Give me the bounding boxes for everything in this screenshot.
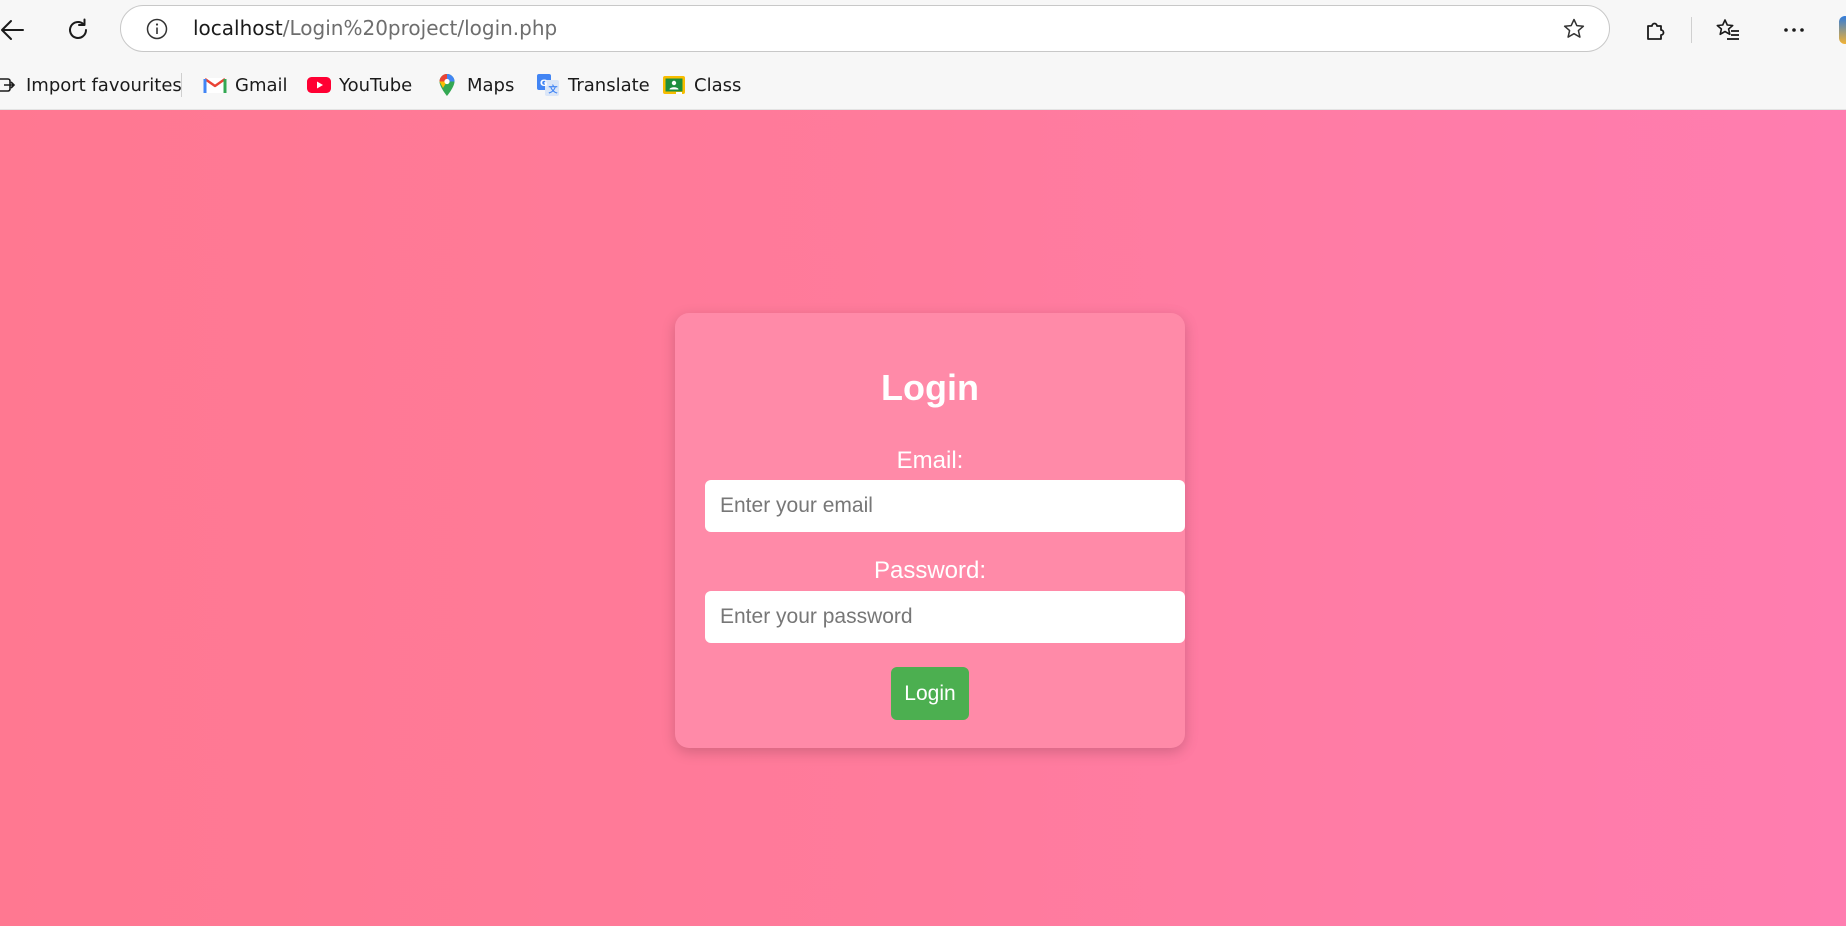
login-button[interactable]: Login bbox=[891, 667, 969, 720]
favourite-label: Import favourites bbox=[26, 74, 182, 96]
favourites-bar: Import favourites Gmail YouTube Maps G文 … bbox=[0, 60, 1846, 110]
gmail-icon bbox=[203, 73, 227, 97]
url-host: localhost bbox=[193, 16, 283, 40]
login-card: Login Email: Password: Login bbox=[675, 313, 1185, 748]
back-arrow-icon[interactable] bbox=[0, 12, 30, 48]
svg-text:G: G bbox=[540, 79, 547, 89]
browser-toolbar: localhost/Login%20project/login.php bbox=[0, 0, 1846, 60]
favourite-import-favourites[interactable]: Import favourites bbox=[0, 60, 182, 110]
info-icon[interactable] bbox=[145, 17, 169, 41]
favourite-label: YouTube bbox=[339, 74, 413, 96]
url-text[interactable]: localhost/Login%20project/login.php bbox=[193, 6, 557, 51]
classroom-icon bbox=[662, 73, 686, 97]
youtube-icon bbox=[307, 73, 331, 97]
password-field[interactable] bbox=[705, 591, 1185, 643]
favourite-label: Gmail bbox=[235, 74, 288, 96]
password-label: Password: bbox=[873, 557, 987, 584]
favourite-gmail[interactable]: Gmail bbox=[203, 60, 288, 110]
translate-icon: G文 bbox=[536, 73, 560, 97]
favourite-label: Class bbox=[694, 74, 742, 96]
favourites-divider bbox=[181, 73, 182, 97]
login-title: Login bbox=[881, 367, 979, 408]
copilot-icon[interactable] bbox=[1839, 16, 1846, 44]
import-icon bbox=[0, 73, 18, 97]
maps-icon bbox=[435, 73, 459, 97]
url-path: /Login%20project/login.php bbox=[282, 16, 558, 40]
add-favourite-star-icon[interactable] bbox=[1561, 16, 1587, 42]
toolbar-divider bbox=[1691, 17, 1692, 43]
email-field[interactable] bbox=[705, 480, 1185, 532]
favourites-icon[interactable] bbox=[1710, 12, 1746, 48]
favourite-label: Translate bbox=[568, 74, 650, 96]
favourite-maps[interactable]: Maps bbox=[435, 60, 514, 110]
address-bar[interactable]: localhost/Login%20project/login.php bbox=[120, 5, 1610, 52]
page-background: Login Email: Password: Login bbox=[0, 110, 1846, 926]
favourite-label: Maps bbox=[467, 74, 515, 96]
more-options-icon[interactable] bbox=[1776, 12, 1812, 48]
favourite-class[interactable]: Class bbox=[662, 60, 741, 110]
favourite-translate[interactable]: G文 Translate bbox=[536, 60, 650, 110]
extensions-icon[interactable] bbox=[1638, 12, 1674, 48]
svg-text:文: 文 bbox=[548, 84, 559, 96]
favourite-youtube[interactable]: YouTube bbox=[307, 60, 412, 110]
refresh-icon[interactable] bbox=[60, 12, 96, 48]
email-label: Email: bbox=[896, 447, 964, 474]
